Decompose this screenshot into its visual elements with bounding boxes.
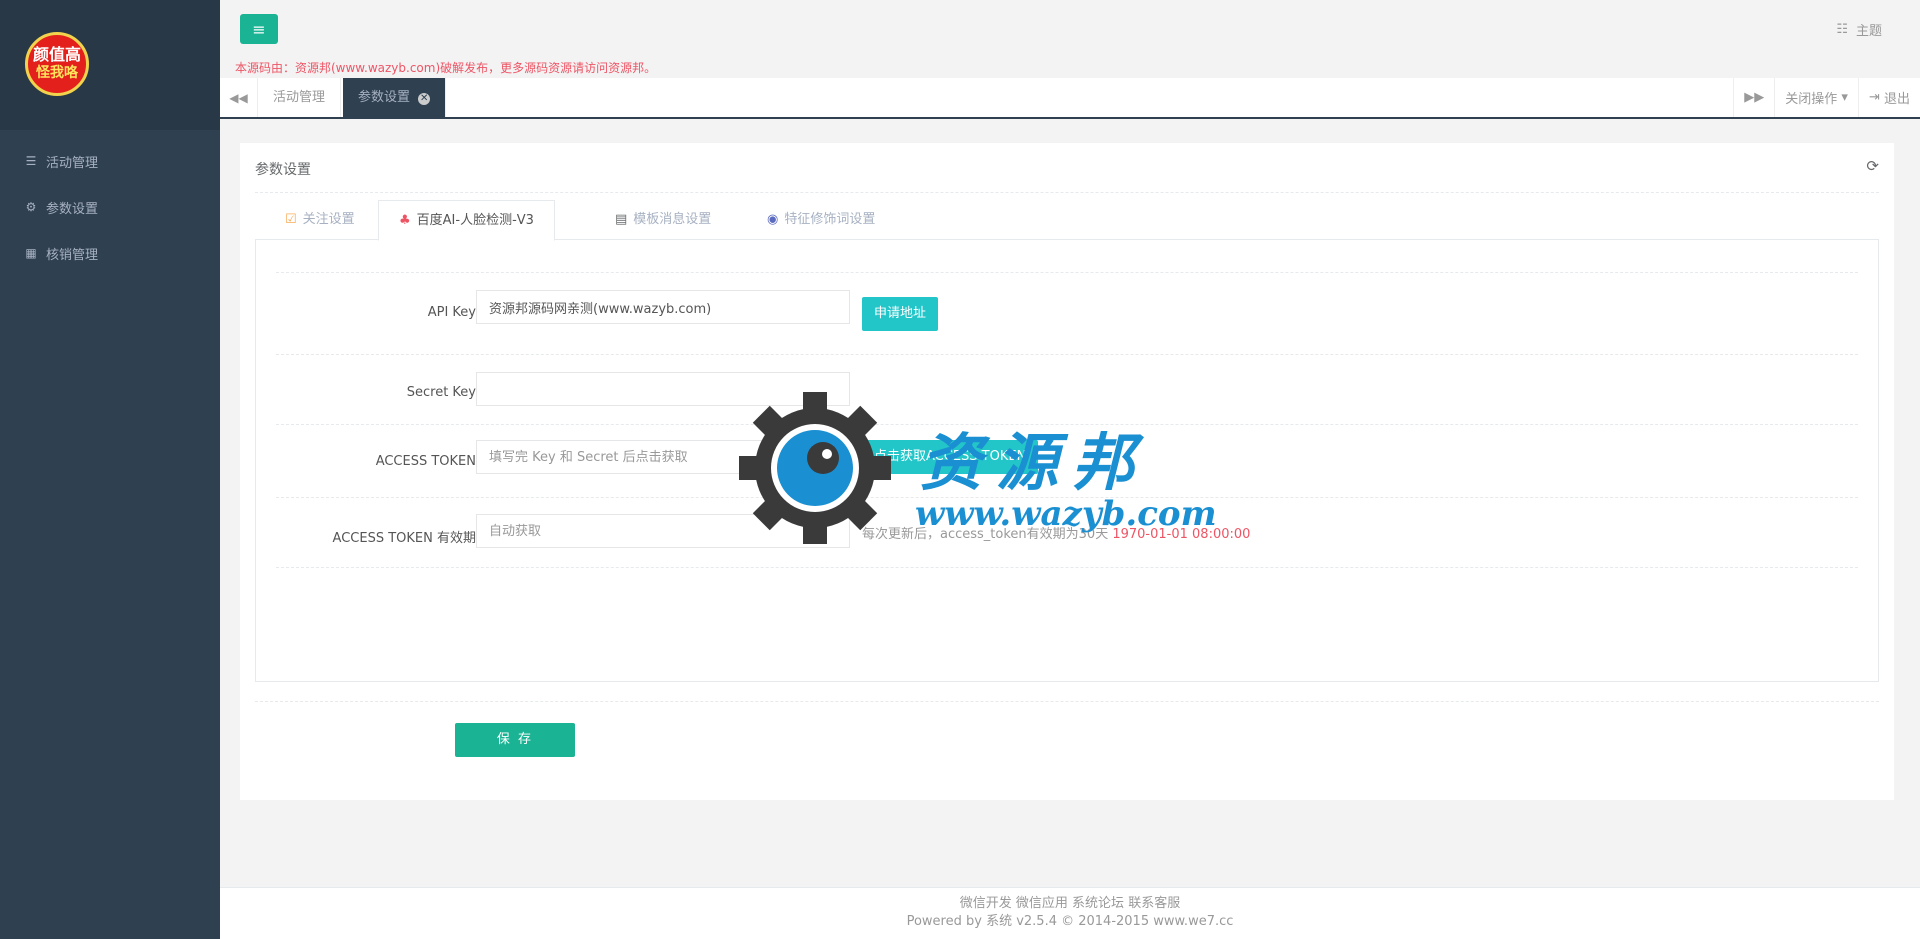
refresh-icon[interactable]: ⟳ bbox=[1866, 157, 1879, 175]
tab-follow-settings[interactable]: ☑ 关注设置 bbox=[265, 200, 375, 240]
tab-content: API Key 申请地址 Secret Key ACCESS TOKEN 点击获… bbox=[255, 240, 1879, 682]
page-tab-activity[interactable]: 活动管理 bbox=[258, 78, 342, 117]
settings-panel: 参数设置 ⟳ ☑ 关注设置 ♣ 百度AI-人脸检测-V3 ▤ 模板消息设置 ◉ 特征修饰… bbox=[240, 143, 1894, 800]
tab-feature-words[interactable]: ◉ 特征修饰词设置 bbox=[747, 200, 895, 240]
sidebar-item-settings[interactable]: ⚙ 参数设置 bbox=[0, 184, 220, 230]
sidebar-item-label: 参数设置 bbox=[46, 201, 99, 217]
tab-template-msg[interactable]: ▤ 模板消息设置 bbox=[595, 200, 731, 240]
tab-baidu-ai[interactable]: ♣ 百度AI-人脸检测-V3 bbox=[378, 200, 555, 241]
divider bbox=[276, 497, 1858, 498]
logout-icon: ⇥ bbox=[1868, 90, 1884, 105]
list-icon: ☰ bbox=[25, 154, 37, 168]
scroll-right-button[interactable]: ▶▶ bbox=[1733, 78, 1774, 117]
sidebar-item-activity[interactable]: ☰ 活动管理 bbox=[0, 138, 220, 184]
divider bbox=[276, 354, 1858, 355]
divider bbox=[276, 272, 1858, 273]
caret-down-icon: ▾ bbox=[1837, 90, 1848, 105]
sidebar-item-label: 核销管理 bbox=[46, 247, 99, 263]
double-left-icon: ◀◀ bbox=[229, 90, 248, 105]
footer-powered: Powered by 系统 v2.5.4 © 2014-2015 www.we7… bbox=[906, 914, 1234, 929]
save-button[interactable]: 保 存 bbox=[455, 723, 575, 757]
theme-label: 主题 bbox=[1855, 24, 1882, 39]
close-ops-label: 关闭操作 bbox=[1785, 92, 1838, 107]
page-tab-settings[interactable]: 参数设置 ✕ bbox=[343, 78, 447, 117]
close-icon[interactable]: ✕ bbox=[418, 93, 431, 105]
topbar: ≡ ☷ 主题 bbox=[220, 0, 1920, 60]
tab-label: 关注设置 bbox=[302, 212, 355, 227]
tab-label: 百度AI-人脸检测-V3 bbox=[416, 213, 534, 228]
page-tab-label: 参数设置 bbox=[358, 90, 411, 105]
divider bbox=[276, 567, 1858, 568]
sidebar-item-verify[interactable]: ▦ 核销管理 bbox=[0, 230, 220, 276]
gear-icon: ⚙ bbox=[25, 200, 37, 214]
divider bbox=[276, 424, 1858, 425]
checkbox-icon: ☑ bbox=[285, 212, 297, 227]
menu-toggle-button[interactable]: ≡ bbox=[240, 14, 278, 44]
secret-key-input[interactable] bbox=[476, 372, 850, 406]
theme-icon: ☷ bbox=[1836, 22, 1848, 37]
api-key-label: API Key bbox=[427, 305, 476, 320]
expire-help: 每次更新后，access_token有效期为30天 1970-01-01 08:… bbox=[862, 523, 1250, 542]
sidebar-header: 颜值高 怪我咯 bbox=[0, 0, 220, 130]
get-access-token-button[interactable]: 点击获取ACCESS TOKEN bbox=[862, 440, 1039, 474]
expire-label: ACCESS TOKEN 有效期 bbox=[332, 531, 476, 546]
logo: 颜值高 怪我咯 bbox=[25, 32, 89, 96]
expire-help-text: 每次更新后，access_token有效期为30天 bbox=[862, 527, 1113, 542]
footer-links[interactable]: 微信开发 微信应用 系统论坛 联系客服 bbox=[220, 895, 1920, 913]
settings-tabs: ☑ 关注设置 ♣ 百度AI-人脸检测-V3 ▤ 模板消息设置 ◉ 特征修饰词设置 bbox=[255, 200, 1879, 241]
panel-header: 参数设置 ⟳ bbox=[255, 157, 1879, 193]
logo-text-2: 怪我咯 bbox=[36, 65, 78, 81]
double-right-icon: ▶▶ bbox=[1744, 90, 1765, 105]
theme-button[interactable]: ☷ 主题 bbox=[1836, 20, 1882, 39]
page-tabbar: ◀◀ 活动管理 参数设置 ✕ ▶▶ 关闭操作 ▾ ⇥ 退出 bbox=[220, 78, 1920, 119]
form-footer-divider bbox=[255, 701, 1879, 702]
expire-input[interactable] bbox=[476, 514, 850, 548]
notice-text: 本源码由：资源邦(www.wazyb.com)破解发布，更多源码资源请访问资源邦… bbox=[235, 61, 657, 75]
tab-label: 模板消息设置 bbox=[633, 212, 712, 227]
logout-label: 退出 bbox=[1883, 92, 1910, 107]
tabbar-actions: ▶▶ 关闭操作 ▾ ⇥ 退出 bbox=[1733, 78, 1920, 117]
eye-icon: ◉ bbox=[767, 212, 779, 227]
access-token-label: ACCESS TOKEN bbox=[375, 454, 476, 469]
scroll-left-button[interactable]: ◀◀ bbox=[220, 78, 258, 117]
api-key-input[interactable] bbox=[476, 290, 850, 324]
close-ops-dropdown[interactable]: 关闭操作 ▾ bbox=[1774, 78, 1858, 117]
newspaper-icon: ▤ bbox=[615, 212, 628, 227]
sidebar: 颜值高 怪我咯 ☰ 活动管理 ⚙ 参数设置 ▦ 核销管理 bbox=[0, 0, 220, 939]
sidebar-item-label: 活动管理 bbox=[46, 155, 99, 171]
secret-key-label: Secret Key bbox=[406, 385, 476, 400]
page-tab-label: 活动管理 bbox=[273, 90, 326, 105]
panel-title: 参数设置 bbox=[255, 162, 311, 178]
sitemap-icon: ♣ bbox=[399, 213, 411, 228]
logo-text-1: 颜值高 bbox=[32, 45, 81, 64]
hamburger-icon: ≡ bbox=[252, 19, 266, 39]
footer: 微信开发 微信应用 系统论坛 联系客服 Powered by 系统 v2.5.4… bbox=[220, 887, 1920, 939]
tab-label: 特征修饰词设置 bbox=[784, 212, 876, 227]
apply-url-button[interactable]: 申请地址 bbox=[862, 297, 939, 331]
expire-date: 1970-01-01 08:00:00 bbox=[1112, 527, 1251, 542]
grid-icon: ▦ bbox=[25, 246, 37, 260]
logout-button[interactable]: ⇥ 退出 bbox=[1857, 78, 1920, 117]
access-token-input[interactable] bbox=[476, 440, 850, 474]
sidebar-nav: ☰ 活动管理 ⚙ 参数设置 ▦ 核销管理 bbox=[0, 138, 220, 276]
